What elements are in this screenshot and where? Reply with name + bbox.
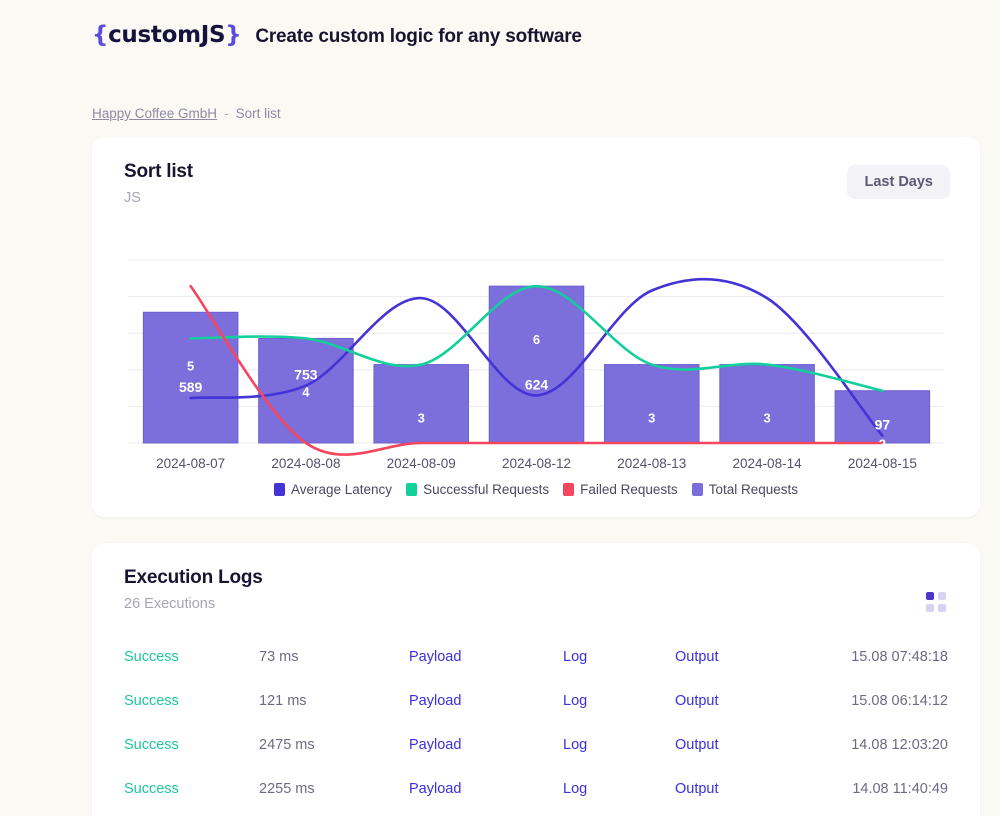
latency-value-label: 97	[875, 417, 891, 433]
log-timestamp: 15.08 07:48:18	[851, 649, 948, 665]
log-output-link[interactable]: Output	[675, 693, 815, 709]
x-axis-tick-label: 2024-08-07	[156, 456, 225, 471]
log-payload-link[interactable]: Payload	[409, 781, 563, 797]
chart-bar[interactable]	[142, 311, 239, 444]
bar-value-label: 3	[648, 411, 655, 426]
grid-view-icon[interactable]	[926, 592, 948, 614]
log-duration: 2475 ms	[259, 737, 315, 753]
bar-value-label: 2	[879, 437, 886, 452]
breadcrumb-separator: -	[224, 106, 229, 121]
log-output-link[interactable]: Output	[675, 649, 815, 665]
legend-item[interactable]: Successful Requests	[406, 482, 549, 497]
breadcrumb: Happy Coffee GmbH - Sort list	[92, 106, 281, 121]
log-duration: 73 ms	[259, 649, 299, 665]
x-axis-tick-label: 2024-08-15	[848, 456, 917, 471]
legend-item-label: Average Latency	[290, 482, 393, 497]
log-payload-link[interactable]: Payload	[409, 693, 563, 709]
log-status-badge: Success	[124, 737, 179, 753]
log-output-link[interactable]: Output	[675, 781, 815, 797]
chart-area: 5 4 3 6 3 3 2 589 753 624 97 2024-08-07 2024-08-08 2…	[92, 137, 980, 517]
bar-value-label: 5	[187, 358, 194, 373]
x-axis-tick-label: 2024-08-09	[387, 456, 456, 471]
table-row: Success 2475 ms Payload Log Output 14.08 12:0…	[124, 723, 948, 767]
execution-logs-table: Success 73 ms Payload Log Output 15.08 07:48:…	[124, 635, 948, 811]
table-row: Success 121 ms Payload Log Output 15.08 06:14…	[124, 679, 948, 723]
legend-swatch-icon	[406, 483, 418, 496]
bar-value-label: 4	[302, 384, 310, 399]
log-duration: 2255 ms	[259, 781, 315, 797]
log-log-link[interactable]: Log	[563, 781, 675, 797]
legend-item-label: Total Requests	[708, 482, 798, 497]
logo-brace-close: }	[225, 22, 242, 48]
log-payload-link[interactable]: Payload	[409, 649, 563, 665]
chart-bars	[142, 285, 931, 444]
table-row: Success 73 ms Payload Log Output 15.08 07:48:…	[124, 635, 948, 679]
chart-bar[interactable]	[719, 364, 815, 444]
execution-logs-card: Execution Logs 26 Executions Success 73 m…	[92, 543, 980, 816]
log-output-link[interactable]: Output	[675, 737, 815, 753]
breadcrumb-current: Sort list	[235, 106, 281, 121]
latency-value-label: 624	[525, 376, 549, 392]
log-log-link[interactable]: Log	[563, 737, 675, 753]
log-timestamp: 14.08 12:03:20	[851, 737, 948, 753]
log-timestamp: 14.08 11:40:49	[852, 781, 948, 797]
log-log-link[interactable]: Log	[563, 693, 675, 709]
log-duration: 121 ms	[259, 693, 307, 709]
logo-text: customJS	[108, 22, 226, 48]
x-axis-tick-label: 2024-08-08	[271, 456, 340, 471]
chart-x-axis-labels: 2024-08-07 2024-08-08 2024-08-09 2024-08-12…	[156, 456, 917, 471]
legend-item[interactable]: Average Latency	[273, 482, 393, 497]
legend-swatch-icon	[563, 483, 575, 496]
log-timestamp: 15.08 06:14:12	[851, 693, 948, 709]
bar-value-label: 3	[763, 411, 770, 426]
chart-bar[interactable]	[373, 364, 469, 444]
grid-square-4	[938, 604, 946, 612]
latency-value-label: 753	[294, 367, 318, 383]
logs-card-title: Execution Logs	[124, 567, 263, 588]
log-status-badge: Success	[124, 693, 179, 709]
logs-card-subtitle: 26 Executions	[124, 596, 216, 612]
chart-card: Sort list JS Last Days 5 4 3 6 3 3 2 589 753 624 9…	[92, 137, 980, 517]
legend-item[interactable]: Failed Requests	[563, 482, 678, 497]
table-row: Success 2255 ms Payload Log Output 14.08 11:4…	[124, 767, 948, 811]
logo-brace-open: {	[92, 22, 109, 48]
latency-value-label: 589	[179, 379, 203, 395]
chart-svg[interactable]: 54363 3258975362497 2024-08-07 2024-08-08 2…	[92, 137, 980, 517]
legend-item-label: Successful Requests	[423, 482, 550, 497]
chart-bar[interactable]	[604, 364, 700, 444]
legend-item[interactable]: Total Requests	[691, 482, 798, 497]
app-tagline: Create custom logic for any software	[255, 26, 582, 47]
grid-square-2	[938, 592, 946, 600]
legend-swatch-icon	[691, 483, 703, 496]
x-axis-tick-label: 2024-08-14	[733, 456, 803, 471]
log-status-badge: Success	[124, 781, 179, 797]
legend-swatch-icon	[273, 483, 285, 496]
chart-legend: Average Latency Successful Requests Failed…	[92, 482, 980, 497]
log-payload-link[interactable]: Payload	[409, 737, 563, 753]
grid-square-1	[926, 592, 934, 600]
breadcrumb-parent-link[interactable]: Happy Coffee GmbH	[92, 106, 217, 121]
grid-square-3	[926, 604, 934, 612]
app-header: {customJS} Create custom logic for any s…	[0, 0, 1000, 76]
bar-value-label: 6	[533, 332, 540, 347]
log-log-link[interactable]: Log	[563, 649, 675, 665]
legend-item-label: Failed Requests	[580, 482, 678, 497]
x-axis-tick-label: 2024-08-13	[617, 456, 686, 471]
x-axis-tick-label: 2024-08-12	[502, 456, 571, 471]
bar-value-label: 3	[418, 411, 425, 426]
brand: {customJS} Create custom logic for any s…	[92, 22, 582, 48]
app-logo[interactable]: {customJS}	[92, 22, 242, 48]
app-root: {customJS} Create custom logic for any s…	[0, 0, 1000, 816]
chart-bar[interactable]	[488, 285, 585, 444]
log-status-badge: Success	[124, 649, 179, 665]
